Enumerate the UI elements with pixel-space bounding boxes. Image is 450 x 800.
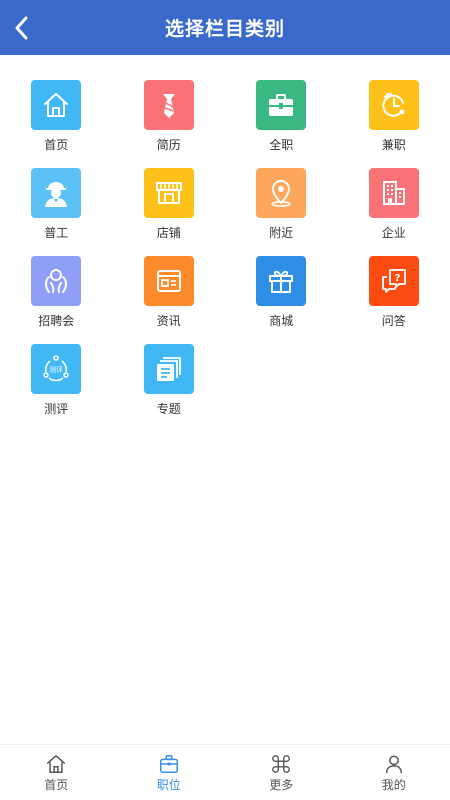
category-label: 简历 [156,138,181,152]
svg-text:?: ? [394,273,400,284]
category-label: 问答 [381,314,406,328]
bottom-tab-bar: 首页 职位 更多 我的 [0,744,450,800]
evaluation-icon-text: 测评 [49,366,63,374]
home-icon [47,755,66,773]
category-worker[interactable]: 普工 [0,168,113,256]
category-label: 企业 [381,226,406,240]
category-label: 资讯 [156,314,181,328]
tab-label: 更多 [269,778,294,792]
category-icon-tile: 测评 [31,344,82,394]
category-label: 首页 [44,138,69,152]
tab-label: 我的 [381,778,406,792]
category-label: 测评 [44,402,69,416]
category-icon-tile [368,168,419,218]
category-icon-tile [31,256,82,306]
chevron-left-icon [15,16,28,39]
worker-icon [45,182,68,207]
category-label: 招聘会 [38,314,75,328]
category-topics[interactable]: 专题 [113,344,226,432]
category-icon-tile [256,256,307,306]
briefcase-icon [159,755,178,773]
category-qa[interactable]: ? 问答 [338,256,450,344]
category-label: 店铺 [156,226,181,240]
handshake-icon [45,269,68,293]
tab-home[interactable]: 首页 [0,745,113,800]
tab-profile[interactable]: 我的 [338,745,450,800]
clock-icon [382,93,405,117]
category-label: 全职 [269,138,294,152]
page-title: 选择栏目类别 [164,18,285,40]
back-button[interactable] [0,0,44,55]
evaluation-icon: 测评 [43,355,69,382]
command-icon [272,755,291,773]
home-icon [44,93,69,117]
category-icon-tile [31,168,82,218]
location-pin-icon [271,179,291,207]
tab-label: 首页 [44,778,69,792]
category-label: 兼职 [381,138,406,152]
category-label: 附近 [269,226,294,240]
category-icon-tile [256,80,307,130]
user-icon [385,755,402,774]
category-resume[interactable]: 简历 [113,80,226,168]
category-icon-tile [143,344,194,394]
document-stack-icon [156,357,181,381]
category-grid: 首页 简历 全职 兼职 普工 店铺 附近 企业 招聘会 资讯 商城 ? 问答 测… [0,80,450,432]
briefcase-icon [269,94,294,116]
tab-more[interactable]: 更多 [225,745,338,800]
category-evaluation[interactable]: 测评 测评 [0,344,113,432]
category-news[interactable]: 资讯 [113,256,226,344]
category-label: 商城 [269,314,294,328]
header-bar: 选择栏目类别 [0,0,450,55]
category-shop[interactable]: 店铺 [113,168,226,256]
category-company[interactable]: 企业 [338,168,450,256]
category-icon-tile [368,80,419,130]
category-label: 普工 [44,226,69,240]
category-home[interactable]: 首页 [0,80,113,168]
tab-label: 职位 [156,778,181,792]
category-label: 专题 [156,402,181,416]
gift-icon [269,270,294,293]
category-fulltime[interactable]: 全职 [225,80,338,168]
tab-jobs[interactable]: 职位 [113,745,226,800]
category-icon-tile [256,168,307,218]
category-icon-tile: ? [368,256,419,306]
building-icon [382,181,405,205]
category-parttime[interactable]: 兼职 [338,80,450,168]
category-mall[interactable]: 商城 [225,256,338,344]
question-chat-icon: ? [381,269,406,293]
news-icon [156,270,181,292]
category-job-fair[interactable]: 招聘会 [0,256,113,344]
category-nearby[interactable]: 附近 [225,168,338,256]
shop-icon [155,182,182,204]
tie-icon [162,94,175,118]
category-icon-tile [143,256,194,306]
category-icon-tile [143,168,194,218]
category-icon-tile [31,80,82,130]
category-icon-tile [143,80,194,130]
